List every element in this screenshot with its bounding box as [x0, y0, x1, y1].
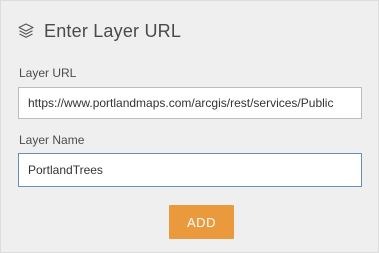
- layers-icon: [17, 22, 35, 40]
- layer-name-label: Layer Name: [19, 133, 85, 147]
- layer-url-label: Layer URL: [19, 66, 77, 80]
- dialog-title: Enter Layer URL: [44, 20, 182, 41]
- layer-name-input[interactable]: [18, 153, 362, 187]
- dialog-header: Enter Layer URL: [17, 18, 181, 44]
- add-button[interactable]: ADD: [169, 205, 234, 239]
- enter-layer-url-panel: Enter Layer URL Layer URL Layer Name ADD: [0, 0, 379, 253]
- layer-url-input[interactable]: [18, 87, 362, 119]
